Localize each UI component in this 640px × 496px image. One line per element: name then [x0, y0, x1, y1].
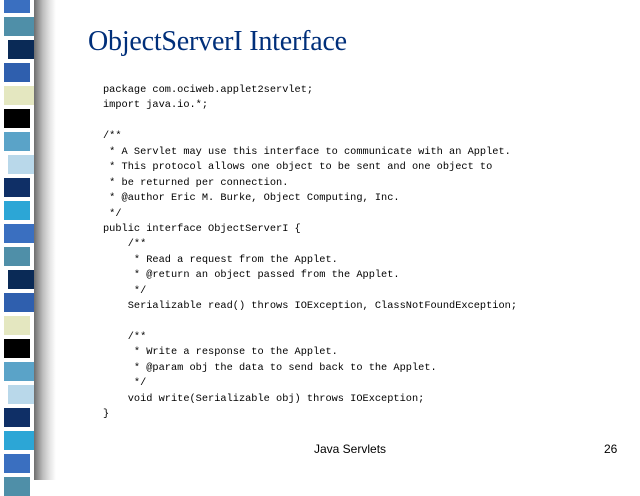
stripe-square [4, 17, 34, 36]
code-block: package com.ociweb.applet2servlet; import… [103, 83, 517, 423]
code-line: * @author Eric M. Burke, Object Computin… [103, 192, 400, 205]
code-line: package com.ociweb.applet2servlet; [103, 84, 314, 96]
stripe-square [4, 201, 30, 220]
decorative-stripe [0, 0, 66, 496]
stripe-shadow [34, 0, 56, 480]
stripe-square [4, 63, 30, 82]
code-line: * @return an object passed from the Appl… [103, 269, 400, 282]
code-line: * be returned per connection. [103, 176, 289, 189]
stripe-square [4, 339, 30, 358]
code-line: * This protocol allows one object to be … [103, 161, 493, 174]
slide: ObjectServerI Interface package com.ociw… [0, 0, 640, 496]
stripe-square [4, 86, 34, 105]
stripe-square [4, 178, 30, 197]
stripe-square [4, 408, 30, 427]
code-line: */ [103, 377, 147, 390]
code-line: Serializable read() throws IOException, … [103, 300, 518, 313]
stripe-square [4, 454, 30, 473]
stripe-square [4, 362, 34, 381]
code-line: * Read a request from the Applet. [103, 253, 338, 266]
code-line: * Write a response to the Applet. [103, 346, 338, 359]
stripe-square [4, 431, 34, 450]
stripe-square [4, 247, 30, 266]
page-number: 26 [604, 442, 618, 456]
stripe-square [8, 40, 34, 59]
code-line: public interface ObjectServerI { [103, 222, 301, 235]
stripe-square [8, 385, 34, 404]
stripe-square [8, 270, 34, 289]
footer-title: Java Servlets [314, 442, 387, 456]
code-line: /** [103, 130, 122, 143]
stripe-square [4, 109, 30, 128]
stripe-square [4, 316, 30, 335]
code-line: import java.io.*; [103, 99, 209, 112]
code-line: */ [103, 284, 147, 297]
stripe-square [4, 293, 34, 312]
code-line: void write(Serializable obj) throws IOEx… [103, 392, 425, 405]
code-line: * A Servlet may use this interface to co… [103, 145, 511, 158]
stripe-square [4, 224, 34, 243]
code-line: */ [103, 207, 122, 220]
slide-title: ObjectServerI Interface [88, 26, 347, 57]
stripe-square [4, 0, 30, 13]
code-line: /** [103, 331, 147, 343]
stripe-square [4, 132, 30, 151]
code-line: * @param obj the data to send back to th… [103, 361, 437, 374]
code-line: } [103, 408, 110, 421]
code-line: /** [103, 238, 147, 251]
